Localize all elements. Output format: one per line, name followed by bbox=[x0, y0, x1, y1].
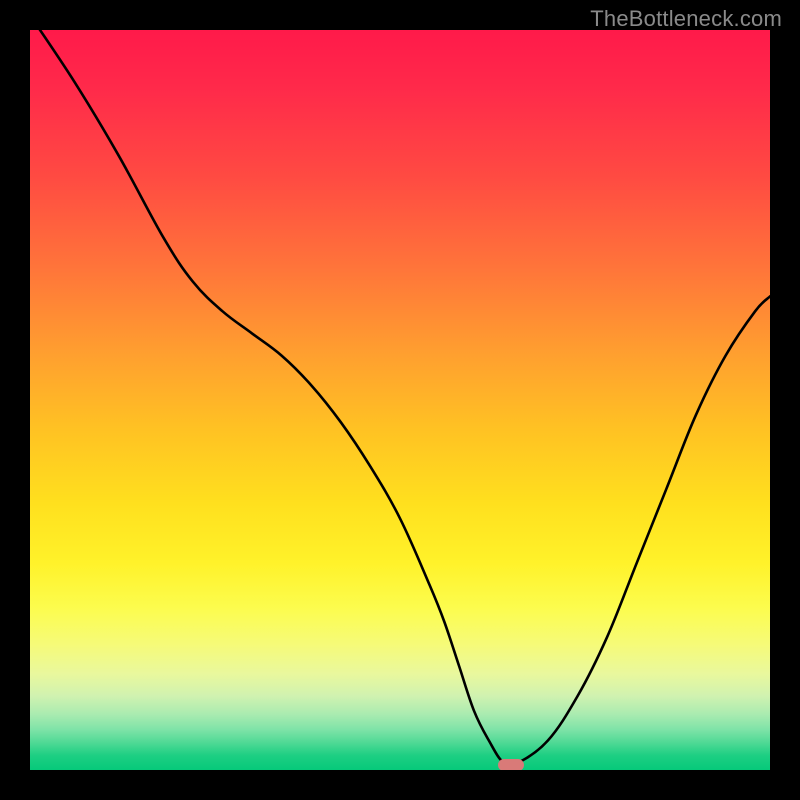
bottleneck-curve bbox=[30, 30, 770, 770]
attribution-label: TheBottleneck.com bbox=[590, 6, 782, 32]
plot-area bbox=[30, 30, 770, 770]
optimal-point-marker bbox=[498, 759, 524, 770]
chart-container: TheBottleneck.com bbox=[0, 0, 800, 800]
